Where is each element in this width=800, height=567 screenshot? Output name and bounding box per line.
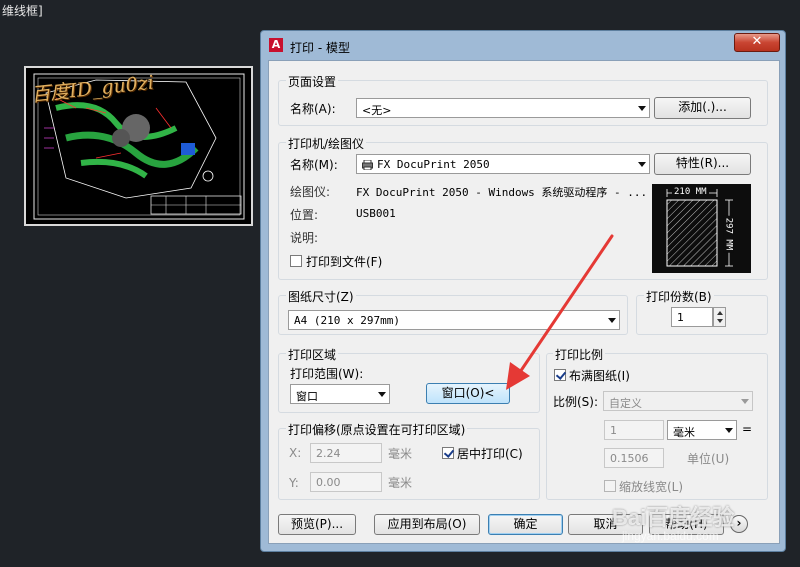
- print-to-file-checkbox[interactable]: [290, 255, 302, 267]
- scale-lineweight-checkbox[interactable]: [604, 480, 616, 492]
- description-label: 说明:: [290, 231, 319, 245]
- window-select-button[interactable]: 窗口(O)<: [426, 383, 510, 404]
- copies-spinner[interactable]: [713, 307, 726, 327]
- scale-select[interactable]: 自定义: [603, 391, 753, 411]
- printer-name-select[interactable]: FX DocuPrint 2050: [356, 154, 650, 174]
- chevron-down-icon: [378, 392, 386, 397]
- watermark-baidu-jingyan: Bai百度经验: [612, 505, 735, 530]
- plot-offset-title: 打印偏移(原点设置在可打印区域): [286, 421, 468, 438]
- scale-value2-input[interactable]: 0.1506: [604, 448, 664, 468]
- printer-icon: [362, 159, 373, 171]
- chevron-down-icon: [725, 428, 733, 433]
- ok-button[interactable]: 确定: [488, 514, 563, 535]
- printer-properties-button[interactable]: 特性(R)...: [654, 153, 751, 175]
- location-label: 位置:: [290, 208, 319, 222]
- paper-width-label: 210 MM: [672, 187, 709, 197]
- plotter-value: FX DocuPrint 2050 - Windows 系统驱动程序 - ...: [356, 186, 648, 199]
- copies-title: 打印份数(B): [644, 288, 714, 305]
- plot-area-title: 打印区域: [286, 346, 339, 363]
- offset-x-input[interactable]: 2.24: [310, 443, 382, 463]
- plotter-label: 绘图仪:: [290, 185, 331, 199]
- paper-size-title: 图纸尺寸(Z): [286, 288, 356, 305]
- print-to-file-label: 打印到文件(F): [306, 255, 383, 269]
- chevron-down-icon: [741, 399, 749, 404]
- add-page-setup-button[interactable]: 添加(.)...: [654, 97, 751, 119]
- location-value: USB001: [356, 207, 396, 220]
- scale-value1-input[interactable]: 1: [604, 420, 664, 440]
- plot-range-label: 打印范围(W):: [290, 367, 364, 381]
- paper-preview: 210 MM 297 MM: [652, 184, 751, 273]
- plot-range-select[interactable]: 窗口: [290, 384, 390, 404]
- copies-input[interactable]: 1: [671, 307, 713, 327]
- offset-x-label: X:: [289, 446, 302, 460]
- close-icon: ✕: [751, 34, 763, 49]
- chevron-down-icon: [638, 106, 646, 111]
- paper-height-label: 297 MM: [723, 215, 734, 253]
- printer-group-title: 打印机/绘图仪: [286, 135, 367, 152]
- dialog-title: 打印 - 模型: [290, 41, 350, 55]
- offset-y-unit: 毫米: [388, 476, 413, 490]
- annotation-arrow: [506, 234, 614, 390]
- equals-sign: =: [742, 422, 753, 436]
- autocad-app-icon: A: [269, 38, 283, 52]
- scale-lineweight-label: 缩放线宽(L): [619, 480, 684, 494]
- offset-x-unit: 毫米: [388, 447, 413, 461]
- offset-y-input[interactable]: 0.00: [310, 472, 382, 492]
- scale-unit-label: 单位(U): [687, 452, 730, 466]
- watermark-url: jingyan.baidu.com: [622, 529, 719, 543]
- scale-label: 比例(S):: [553, 395, 599, 409]
- page-setup-name-label: 名称(A):: [290, 102, 336, 116]
- center-plot-label: 居中打印(C): [457, 447, 523, 461]
- scale-unit-select[interactable]: 毫米: [667, 420, 737, 440]
- close-button[interactable]: ✕: [734, 33, 780, 52]
- spin-down-icon: [717, 319, 723, 323]
- offset-y-label: Y:: [289, 476, 299, 490]
- page-setup-name-select[interactable]: <无>: [356, 98, 650, 118]
- command-line-text: 维线框]: [2, 4, 43, 18]
- chevron-down-icon: [638, 162, 646, 167]
- page-setup-title: 页面设置: [286, 73, 339, 90]
- chevron-right-icon: ›: [736, 516, 742, 530]
- printer-name-label: 名称(M):: [290, 158, 338, 172]
- apply-to-layout-button[interactable]: 应用到布局(O): [374, 514, 480, 535]
- spin-up-icon: [717, 311, 723, 315]
- center-plot-checkbox[interactable]: [442, 447, 454, 459]
- preview-button[interactable]: 预览(P)...: [278, 514, 356, 535]
